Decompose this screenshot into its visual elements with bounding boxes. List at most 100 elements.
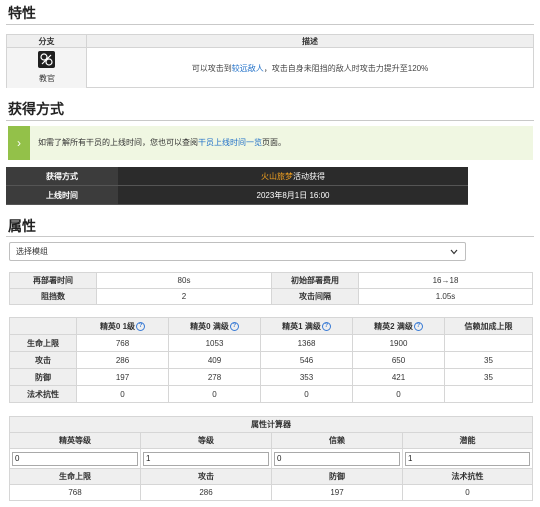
chevron-down-icon (450, 248, 458, 257)
interval-label: 攻击间隔 (271, 288, 359, 305)
event-link[interactable]: 火山旅梦 (261, 172, 293, 181)
stat-cell: 768 (76, 334, 169, 352)
stat-cell: 35 (444, 351, 533, 369)
redeploy-label: 再部署时间 (9, 272, 97, 289)
stats-header: 精英0 满级? (168, 317, 261, 335)
stat-cell: 409 (168, 351, 261, 369)
table-row: 攻击 286 409 546 650 35 (9, 351, 533, 369)
calc-result-label: 攻击 (140, 468, 272, 485)
attribute-calculator: 属性计算器 精英等级 等级 信赖 潜能 生命上限 攻击 防御 法术抗性 768 … (9, 416, 533, 501)
release-list-link[interactable]: 干员上线时间一览 (198, 138, 262, 147)
help-icon[interactable]: ? (229, 321, 239, 331)
stats-header: 精英0 1级? (76, 317, 169, 335)
stat-cell: 0 (260, 385, 353, 403)
calculator-title: 属性计算器 (9, 416, 533, 433)
branch-name: 教官 (39, 74, 55, 83)
row-label: 法术抗性 (9, 385, 77, 403)
section-divider (6, 236, 534, 237)
row-label: 生命上限 (9, 334, 77, 352)
stats-table: 精英0 1级? 精英0 满级? 精英1 满级? 精英2 满级? 信赖加成上限 生… (9, 317, 533, 403)
block-value: 2 (96, 288, 272, 305)
release-note: › 如需了解所有干员的上线时间，您也可以查阅干员上线时间一览页面。 (8, 126, 533, 160)
stat-cell: 35 (444, 368, 533, 386)
level-input[interactable] (143, 451, 269, 466)
stat-cell: 1368 (260, 334, 353, 352)
help-icon[interactable]: ? (413, 321, 423, 331)
calc-result-value: 768 (9, 484, 141, 501)
header-label: 精英2 满级 (374, 321, 413, 331)
trait-section-title: 特性 (8, 6, 36, 22)
stats-header: 信赖加成上限 (444, 317, 533, 335)
desc-link[interactable]: 较远敌人 (232, 63, 264, 74)
redeploy-value: 80s (96, 272, 272, 289)
method-rest: 活动获得 (293, 172, 325, 181)
table-row: 法术抗性 0 0 0 0 (9, 385, 533, 403)
calc-input-label: 精英等级 (9, 432, 141, 449)
stats-header: 精英1 满级? (260, 317, 353, 335)
trait-description: 可以攻击到 较远敌人 ，攻击自身未阻挡的敌人时攻击力提升至120% (87, 48, 533, 88)
calc-result-label: 法术抗性 (402, 468, 533, 485)
note-text: 页面。 (262, 138, 286, 147)
help-icon[interactable]: ? (321, 321, 331, 331)
note-text: 如需了解所有干员的上线时间，您也可以查阅 (38, 138, 198, 147)
interval-value: 1.05s (358, 288, 533, 305)
header-label: 精英0 1级 (99, 321, 136, 331)
stat-cell: 0 (352, 385, 445, 403)
stat-cell (444, 385, 533, 403)
stat-cell: 421 (352, 368, 445, 386)
stat-cell: 0 (76, 385, 169, 403)
acquisition-section-title: 获得方式 (8, 102, 64, 118)
stat-cell (444, 334, 533, 352)
block-label: 阻挡数 (9, 288, 97, 305)
calc-result-value: 0 (402, 484, 533, 501)
instructor-branch-icon (38, 51, 55, 68)
calc-input-label: 潜能 (402, 432, 533, 449)
col-desc-header: 描述 (302, 37, 318, 46)
attributes-section-title: 属性 (8, 219, 36, 235)
stat-cell: 0 (168, 385, 261, 403)
section-divider (6, 24, 534, 25)
calc-result-value: 197 (271, 484, 403, 501)
calc-input-label: 信赖 (271, 432, 403, 449)
note-arrow-icon: › (8, 126, 30, 160)
help-icon[interactable]: ? (136, 321, 146, 331)
release-label: 上线时间 (6, 186, 118, 205)
stat-cell: 286 (76, 351, 169, 369)
col-branch-header: 分支 (7, 35, 87, 47)
desc-text: 可以攻击到 (191, 63, 232, 73)
section-divider (6, 120, 534, 121)
elite-level-input[interactable] (12, 451, 138, 466)
calc-result-label: 生命上限 (9, 468, 141, 485)
module-select-value: 选择模组 (16, 247, 48, 256)
table-row: 防御 197 278 353 421 35 (9, 368, 533, 386)
trust-input[interactable] (274, 451, 400, 466)
desc-text: ，攻击自身未阻挡的敌人时攻击力提升至120% (263, 63, 429, 73)
cost-value: 16→18 (358, 272, 533, 289)
calc-result-label: 防御 (271, 468, 403, 485)
method-label: 获得方式 (6, 167, 118, 186)
deploy-table: 再部署时间 80s 初始部署费用 16→18 阻挡数 2 攻击间隔 1.05s (9, 272, 533, 305)
header-label: 精英0 满级 (190, 321, 229, 331)
stats-corner (9, 317, 77, 335)
trait-table: 分支 描述 教官 可以攻击到 较远敌人 ，攻击自身未阻挡的敌人时攻击力提升至120% (6, 34, 534, 88)
stat-cell: 650 (352, 351, 445, 369)
header-label: 精英1 满级 (282, 321, 321, 331)
cost-label: 初始部署费用 (271, 272, 359, 289)
row-label: 攻击 (9, 351, 77, 369)
module-select[interactable]: 选择模组 (9, 242, 466, 261)
stats-header: 精英2 满级? (352, 317, 445, 335)
stat-cell: 1900 (352, 334, 445, 352)
calc-input-label: 等级 (140, 432, 272, 449)
release-value: 2023年8月1日 16:00 (118, 186, 468, 205)
stat-cell: 197 (76, 368, 169, 386)
stat-cell: 278 (168, 368, 261, 386)
acquisition-table: 获得方式 火山旅梦活动获得 上线时间 2023年8月1日 16:00 (6, 167, 468, 205)
row-label: 防御 (9, 368, 77, 386)
stat-cell: 1053 (168, 334, 261, 352)
stat-cell: 546 (260, 351, 353, 369)
potential-input[interactable] (405, 451, 530, 466)
stat-cell: 353 (260, 368, 353, 386)
calc-result-value: 286 (140, 484, 272, 501)
method-value: 火山旅梦活动获得 (118, 167, 468, 186)
table-row: 生命上限 768 1053 1368 1900 (9, 334, 533, 352)
